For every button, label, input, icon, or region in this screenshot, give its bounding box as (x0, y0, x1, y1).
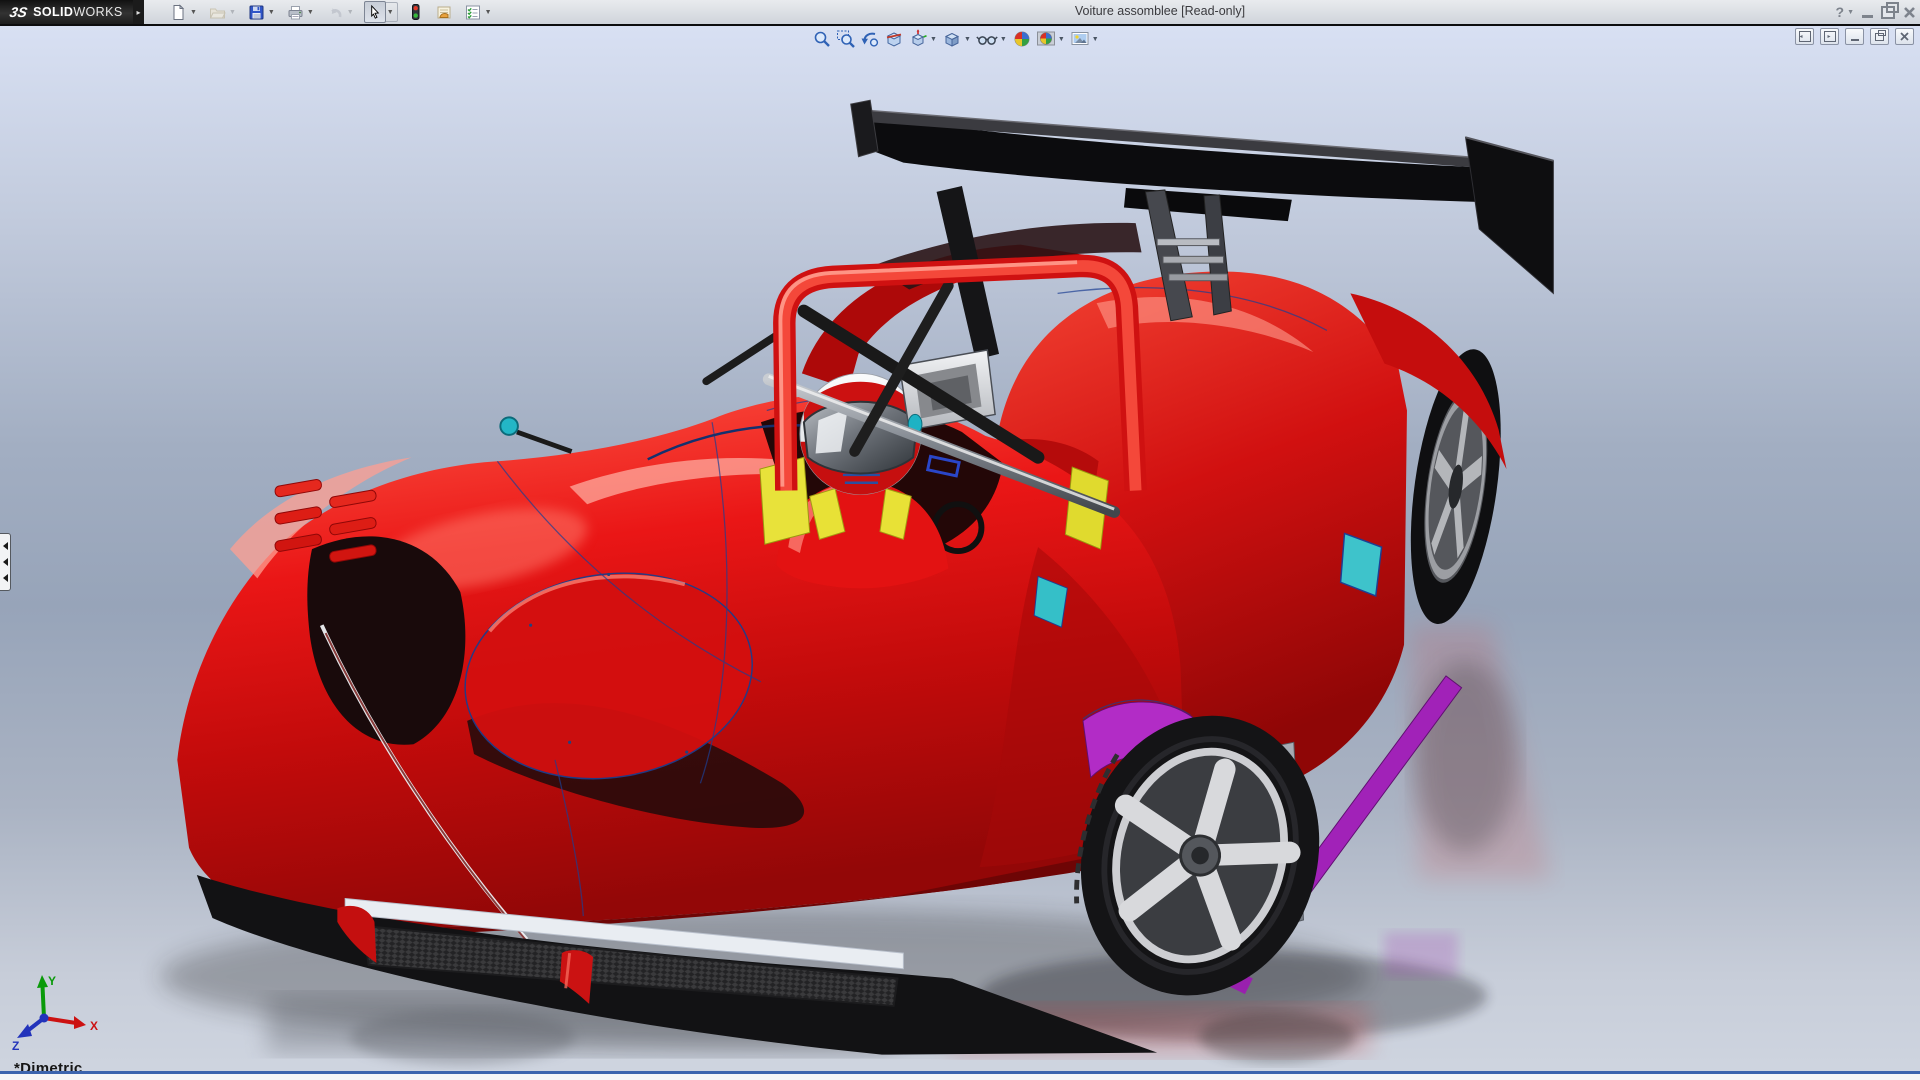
new-document-button[interactable] (168, 2, 189, 22)
restore-button[interactable] (1881, 6, 1895, 19)
heads-up-view-toolbar: ▼ ▼ ▼ (810, 28, 1102, 50)
display-style-button[interactable] (942, 29, 962, 49)
graphics-viewport[interactable]: ▼ ▼ ▼ (0, 26, 1920, 1080)
display-style-caret[interactable]: ▼ (964, 36, 971, 43)
coordinate-triad: Y X Z (8, 972, 118, 1064)
edit-appearance-button[interactable] (1012, 29, 1032, 49)
options-checklist-icon (464, 4, 482, 21)
help-button[interactable]: ? (1836, 4, 1845, 20)
minimize-button[interactable] (1862, 15, 1873, 18)
window-bottom-strip (0, 1074, 1920, 1080)
rebuild-button[interactable] (405, 2, 426, 22)
display-style-icon (942, 29, 962, 49)
minimize-document-button[interactable] (1845, 28, 1864, 45)
print-dropdown-caret[interactable]: ▼ (306, 9, 317, 16)
help-dropdown-caret[interactable]: ▼ (1847, 9, 1854, 16)
undo-icon (326, 4, 344, 21)
view-orientation-caret[interactable]: ▼ (930, 36, 937, 43)
collapse-arrow-icon (3, 542, 8, 550)
race-car-model (0, 26, 1920, 1080)
axis-label-y: Y (48, 974, 56, 988)
edit-color-button[interactable] (433, 2, 455, 22)
options-button[interactable] (462, 2, 484, 22)
close-icon (1900, 32, 1909, 41)
main-toolbar: ▼ ▼ ▼ (168, 2, 495, 22)
window-title: Voiture assomblee [Read-only] (1010, 4, 1310, 18)
view-orientation-button[interactable] (908, 29, 928, 49)
zoom-to-fit-button[interactable] (812, 29, 832, 49)
section-view-icon (884, 29, 904, 49)
show-left-pane-button[interactable] (1795, 28, 1814, 45)
close-button[interactable] (1903, 6, 1916, 19)
options-dropdown-caret[interactable]: ▼ (484, 9, 495, 16)
select-dropdown-caret[interactable]: ▼ (386, 2, 398, 22)
save-dropdown-caret[interactable]: ▼ (267, 9, 278, 16)
print-button[interactable] (285, 2, 306, 22)
restore-document-button[interactable] (1870, 28, 1889, 45)
apply-scene-caret[interactable]: ▼ (1058, 36, 1065, 43)
edit-color-icon (435, 4, 453, 21)
open-document-icon (209, 4, 226, 21)
hide-show-items-button[interactable] (976, 29, 998, 49)
zoom-to-area-icon (836, 29, 856, 49)
view-settings-button[interactable] (1070, 29, 1090, 49)
previous-view-icon (860, 29, 880, 49)
title-bar[interactable]: 3S SOLIDWORKS ▸ ▼ ▼ (0, 0, 1920, 25)
apply-scene-button[interactable] (1036, 29, 1056, 49)
view-orientation-icon (908, 29, 928, 49)
menu-flyout-arrow[interactable]: ▸ (133, 0, 144, 24)
window-controls: ? ▼ (1836, 0, 1917, 24)
axis-label-x: X (90, 1019, 98, 1033)
zoom-to-fit-icon (812, 29, 832, 49)
view-settings-caret[interactable]: ▼ (1092, 36, 1099, 43)
collapse-arrow-icon (3, 574, 8, 582)
print-icon (287, 4, 304, 21)
collapse-arrow-icon (3, 558, 8, 566)
new-dropdown-caret[interactable]: ▼ (189, 9, 200, 16)
document-window-controls (1795, 28, 1914, 45)
restore-icon (1875, 33, 1884, 41)
solidworks-window: 3S SOLIDWORKS ▸ ▼ ▼ (0, 0, 1920, 1080)
brand-solid: SOLID (33, 5, 73, 19)
new-document-icon (170, 4, 187, 21)
previous-view-button[interactable] (860, 29, 880, 49)
left-mirror (500, 417, 518, 435)
left-pane-icon (1799, 31, 1811, 42)
minimize-icon (1851, 39, 1859, 41)
section-view-button[interactable] (884, 29, 904, 49)
feature-pane-splitter-tab[interactable] (0, 533, 11, 591)
save-button[interactable] (246, 2, 267, 22)
select-tool-button[interactable] (364, 1, 386, 23)
view-settings-icon (1070, 29, 1090, 49)
hide-show-items-glasses-icon (976, 29, 998, 49)
save-icon (248, 4, 265, 21)
solidworks-logo: 3S SOLIDWORKS (0, 0, 133, 24)
undo-button[interactable] (324, 2, 346, 22)
edit-appearance-ball-icon (1012, 29, 1032, 49)
undo-dropdown-caret[interactable]: ▼ (346, 9, 357, 16)
apply-scene-icon (1036, 29, 1056, 49)
hide-show-items-caret[interactable]: ▼ (1000, 36, 1007, 43)
logo-3ds-mark: 3S (8, 4, 29, 20)
right-pane-icon (1824, 31, 1836, 42)
close-document-button[interactable] (1895, 28, 1914, 45)
show-right-pane-button[interactable] (1820, 28, 1839, 45)
axis-label-z: Z (12, 1039, 19, 1053)
open-document-button[interactable] (207, 2, 228, 22)
rebuild-traffic-light-icon (407, 3, 424, 21)
zoom-to-area-button[interactable] (836, 29, 856, 49)
select-cursor-icon (367, 4, 383, 21)
open-dropdown-caret[interactable]: ▼ (228, 9, 239, 16)
brand-works: WORKS (73, 5, 122, 19)
